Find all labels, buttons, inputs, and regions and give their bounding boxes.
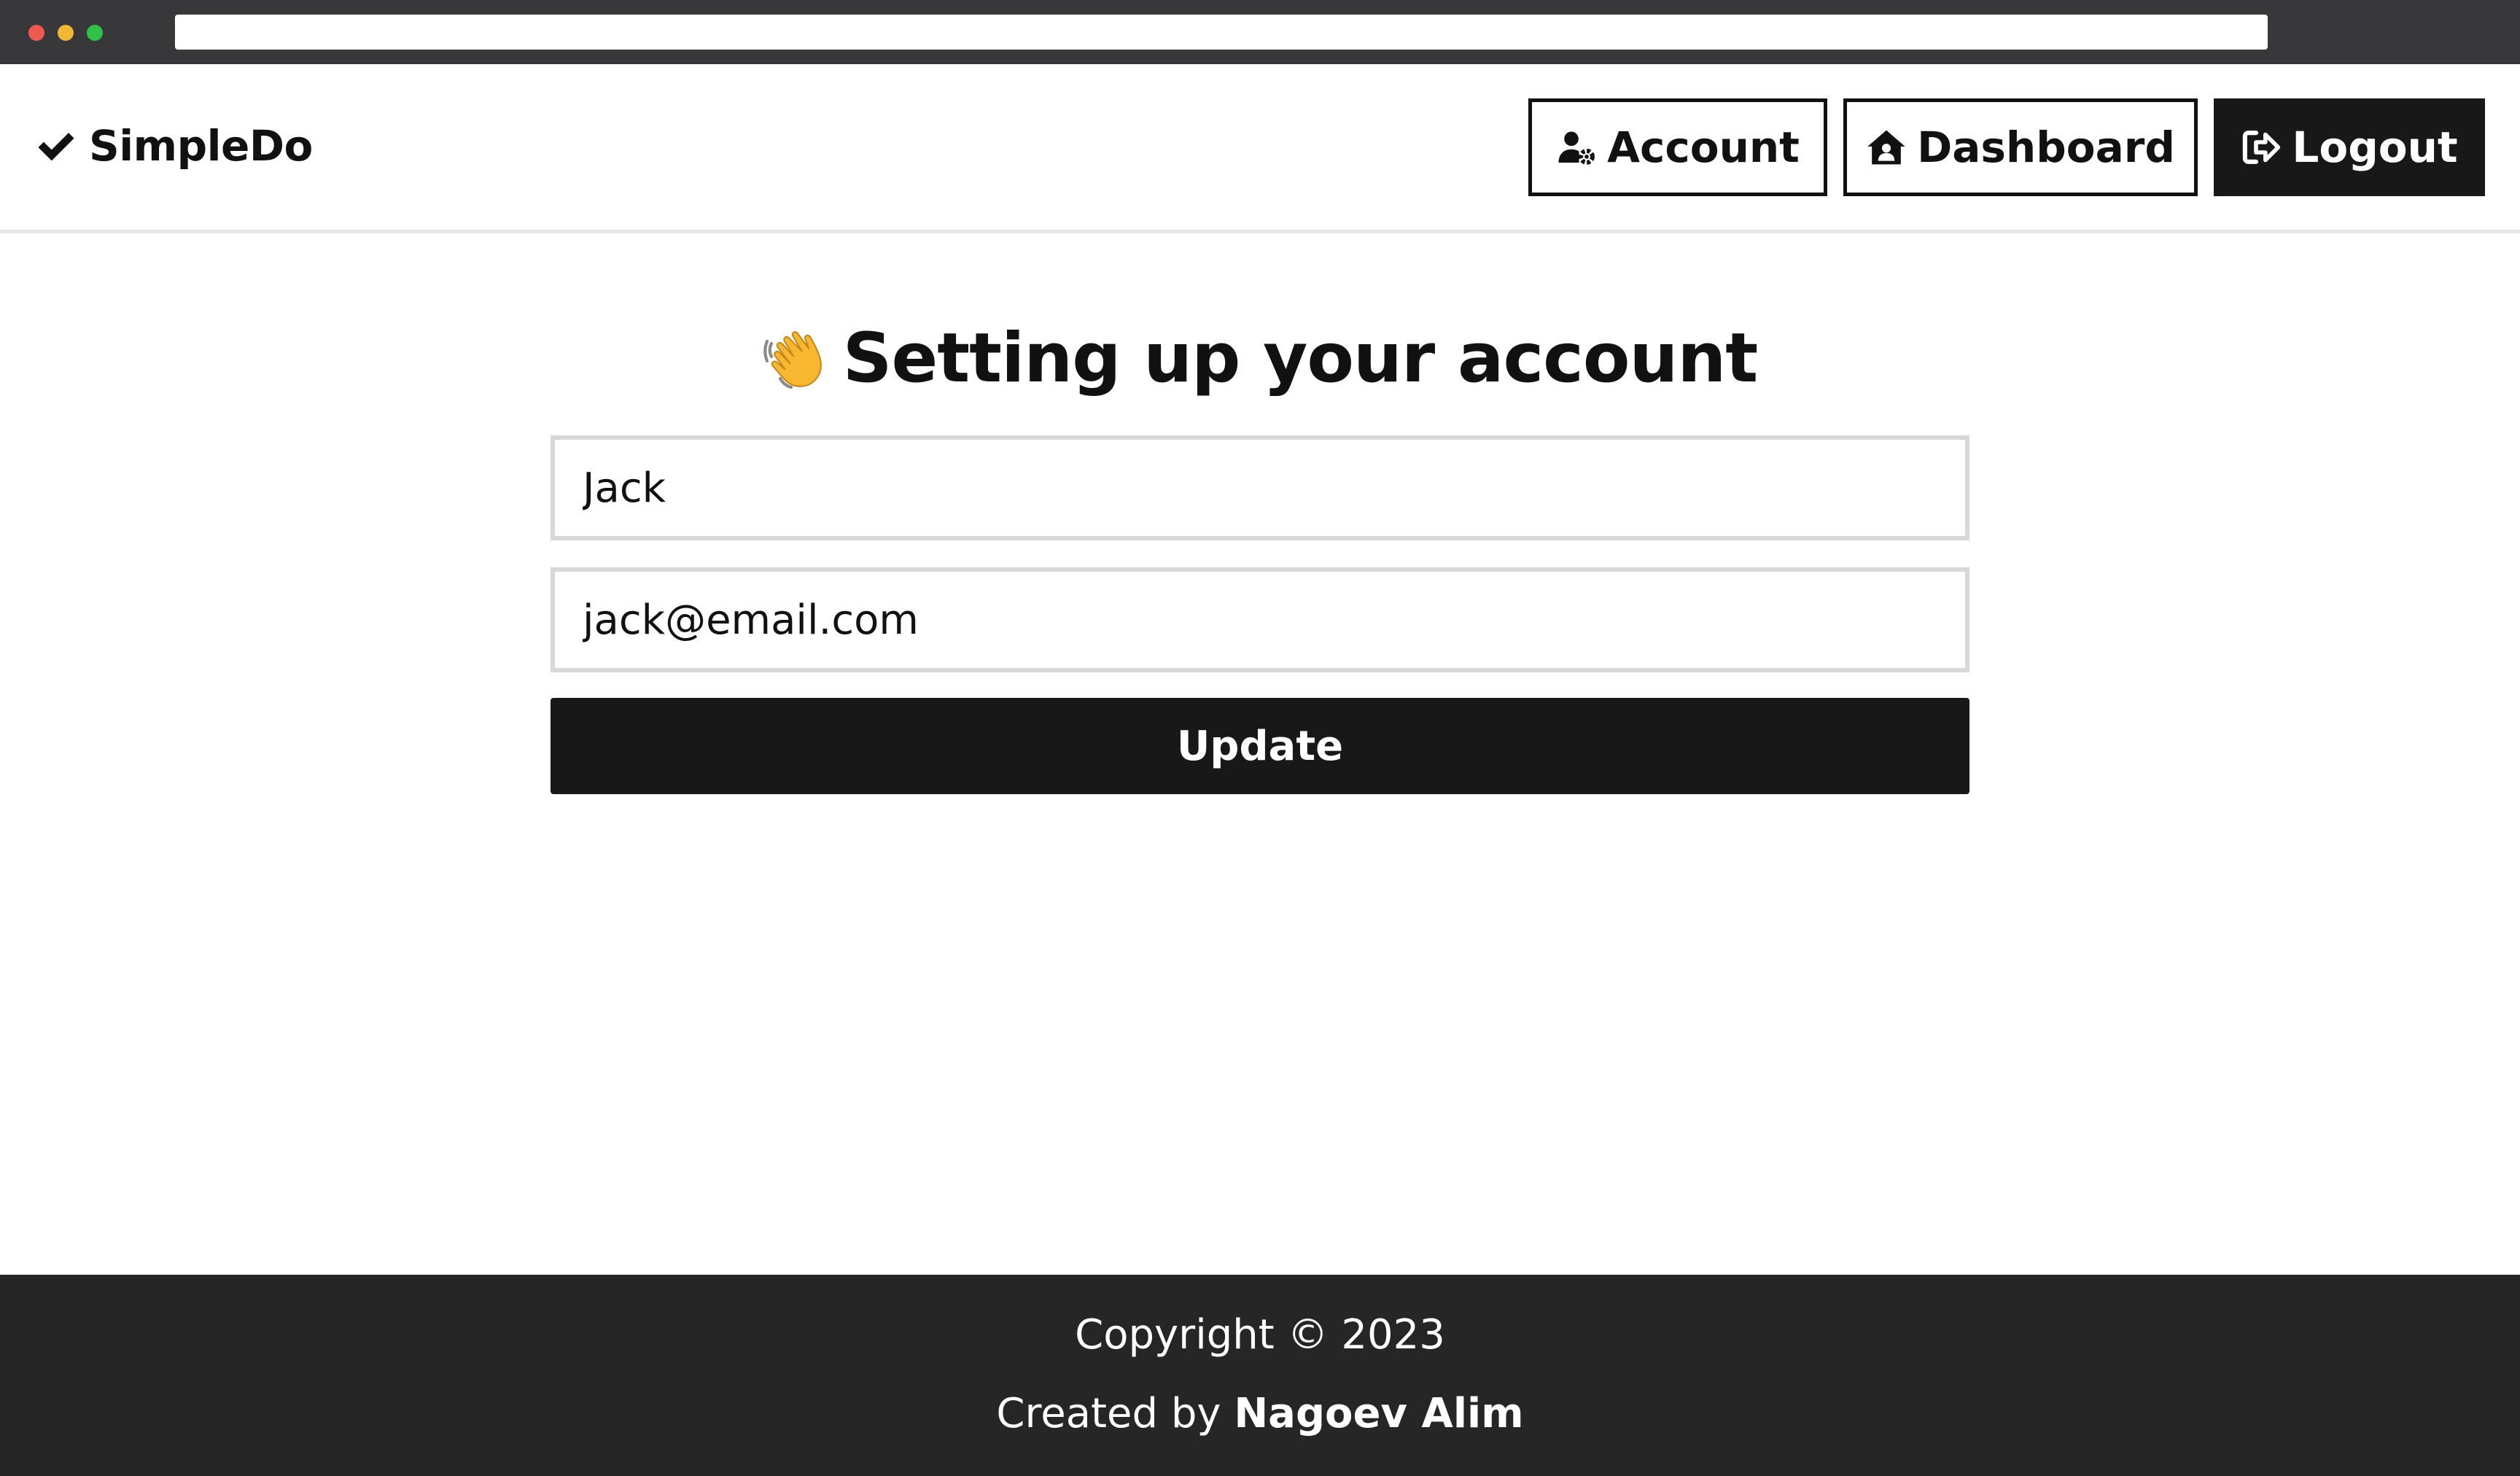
logout-button[interactable]: Logout — [2214, 98, 2485, 196]
main-nav: Account Dashboard Logout — [1528, 98, 2485, 196]
check-icon — [38, 133, 74, 161]
name-input[interactable] — [551, 435, 1969, 540]
account-button-label: Account — [1607, 123, 1800, 172]
main-content: Setting up your account Update — [0, 237, 2520, 1273]
dashboard-button[interactable]: Dashboard — [1843, 98, 2198, 196]
credit-line: Created by Nagoev Alim — [0, 1390, 2520, 1437]
sign-out-icon — [2243, 131, 2281, 164]
credit-author-link[interactable]: Nagoev Alim — [1234, 1390, 1523, 1437]
page-title-text: Setting up your account — [842, 319, 1758, 398]
email-input[interactable] — [551, 567, 1969, 672]
house-user-icon — [1867, 130, 1905, 165]
user-gear-icon — [1558, 131, 1595, 165]
window-maximize-button[interactable] — [87, 25, 103, 41]
site-header: SimpleDo Account Dashboard Logout — [0, 64, 2520, 233]
site-footer: Copyright © 2023 Created by Nagoev Alim — [0, 1275, 2520, 1476]
logout-button-label: Logout — [2292, 123, 2458, 172]
browser-chrome — [0, 0, 2520, 64]
dashboard-button-label: Dashboard — [1917, 123, 2175, 172]
brand-name: SimpleDo — [89, 121, 313, 171]
credit-prefix: Created by — [996, 1390, 1221, 1437]
window-close-button[interactable] — [28, 25, 44, 41]
window-minimize-button[interactable] — [58, 25, 74, 41]
update-button[interactable]: Update — [551, 698, 1969, 794]
copyright-text: Copyright © 2023 — [1075, 1311, 1445, 1359]
waving-hand-icon — [763, 330, 822, 389]
account-button[interactable]: Account — [1528, 98, 1827, 196]
brand-logo-link[interactable]: SimpleDo — [34, 121, 313, 171]
address-bar[interactable] — [175, 15, 2268, 50]
page-title: Setting up your account — [0, 319, 2520, 398]
